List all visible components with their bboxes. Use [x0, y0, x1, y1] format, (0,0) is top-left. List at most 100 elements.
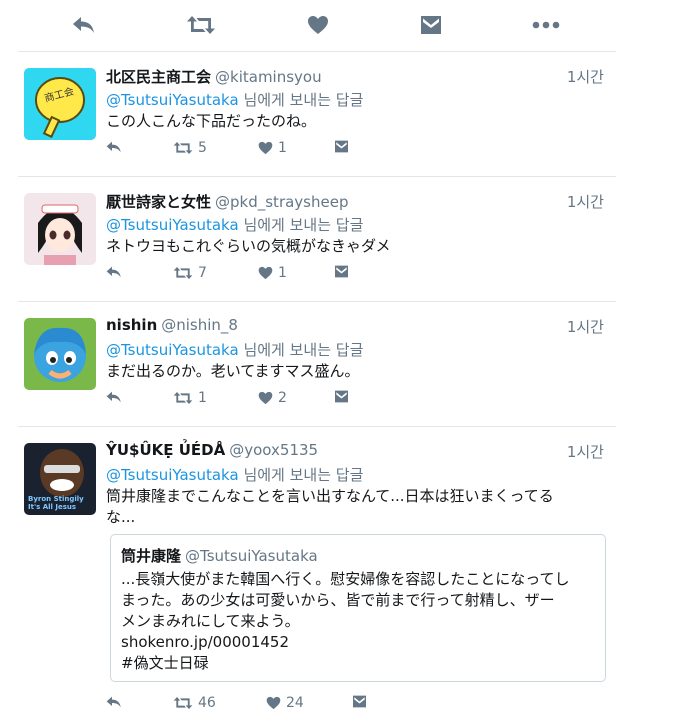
like-count: 24 [286, 695, 304, 711]
reply-button[interactable] [106, 695, 122, 709]
retweet-count: 46 [198, 695, 216, 711]
tweet-text-line: 筒井康隆までこんなことを言い出すなんて...日本は狂いまくってる [106, 487, 554, 505]
avatar-text-line2: It's All Jesus [28, 503, 76, 511]
tweet[interactable]: nishin @nishin_8 1시간 @TsutsuiYasutaka 님에게… [18, 302, 616, 427]
reply-suffix: 님에게 보내는 답글 [243, 216, 364, 234]
retweet-button[interactable]: 5 [173, 140, 207, 156]
avatar-text-line1: Byron Stingily [28, 495, 84, 503]
like-icon [258, 391, 273, 405]
tweet[interactable]: 商工会 北区民主商工会 @kitaminsyou 1시간 @TsutsuiYasu… [18, 52, 616, 177]
author-handle[interactable]: @kitaminsyou [215, 68, 322, 86]
quoted-tweet[interactable]: 筒井康隆 @TsutsuiYasutaka ...長嶺大使がまた韓国へ行く。慰安婦… [110, 534, 606, 682]
tweet-header: 北区民主商工会 @kitaminsyou [106, 66, 322, 87]
retweet-button[interactable]: 7 [173, 265, 207, 281]
reply-to-link[interactable]: @TsutsuiYasutaka [106, 216, 239, 234]
tweet-text: 筒井康隆までこんなことを言い出すなんて...日本は狂いまくってる な... [106, 486, 606, 528]
reply-button[interactable] [106, 265, 122, 279]
avatar[interactable] [24, 318, 96, 390]
tweet-actions: 46 24 [106, 695, 406, 715]
avatar[interactable]: Byron Stingily It's All Jesus [24, 443, 96, 515]
like-icon[interactable] [302, 10, 334, 40]
reply-to-link[interactable]: @TsutsuiYasutaka [106, 341, 239, 359]
quoted-author-name[interactable]: 筒井康隆 [121, 547, 181, 565]
retweet-icon [173, 142, 193, 154]
like-button[interactable]: 1 [258, 265, 287, 281]
reply-suffix: 님에게 보내는 답글 [243, 341, 364, 359]
reply-icon[interactable] [68, 10, 100, 40]
tweet-time[interactable]: 1시간 [567, 191, 604, 212]
reply-icon [106, 141, 121, 153]
dm-button[interactable] [334, 265, 349, 278]
reply-button[interactable] [106, 390, 122, 404]
reply-icon [106, 696, 121, 708]
tweet-time[interactable]: 1시간 [567, 66, 604, 87]
quoted-text-line: メンまみれにして来よう。 [121, 612, 300, 630]
reply-suffix: 님에게 보내는 답글 [243, 91, 364, 109]
author-handle[interactable]: @nishin_8 [161, 316, 238, 334]
top-action-bar [0, 0, 690, 52]
reply-context: @TsutsuiYasutaka 님에게 보내는 답글 [106, 339, 363, 360]
retweet-icon [173, 267, 193, 279]
dm-icon [335, 140, 348, 153]
like-icon [266, 696, 281, 710]
author-name[interactable]: nishin [106, 316, 157, 334]
tweet-text: ネトウヨもこれぐらいの気概がなきゃダメ [106, 237, 391, 255]
quoted-author-handle[interactable]: @TsutsuiYasutaka [185, 547, 318, 565]
reply-suffix: 님에게 보내는 답글 [243, 466, 364, 484]
author-handle[interactable]: @pkd_straysheep [215, 193, 348, 211]
tweet-text-line: な... [106, 508, 136, 526]
tweet-text: まだ出るのか。老いてますマス盛ん。 [106, 362, 360, 380]
reply-to-link[interactable]: @TsutsuiYasutaka [106, 91, 239, 109]
reply-context: @TsutsuiYasutaka 님에게 보내는 답글 [106, 214, 363, 235]
like-count: 2 [278, 390, 287, 406]
author-name[interactable]: ŶU$ÛKẸ ỦÉDÅ [106, 441, 225, 459]
tweet-header: ŶU$ÛKẸ ỦÉDÅ @yoox5135 [106, 441, 318, 459]
tweet-text: この人こんな下品だったのね。 [106, 112, 317, 130]
retweet-icon[interactable] [185, 10, 217, 40]
retweet-icon [173, 697, 193, 709]
dm-button[interactable] [334, 390, 349, 403]
reply-icon [106, 266, 121, 278]
quoted-text-line: まった。あの少女は可愛いから、皆で前まで行って射精し、ザー [121, 591, 555, 609]
author-handle[interactable]: @yoox5135 [229, 441, 318, 459]
more-icon[interactable] [530, 10, 562, 40]
like-count: 1 [278, 140, 287, 156]
tweet-time[interactable]: 1시간 [567, 441, 604, 462]
dm-icon [335, 390, 348, 403]
tweet-header: nishin @nishin_8 [106, 316, 238, 334]
retweet-count: 1 [198, 390, 207, 406]
avatar[interactable] [24, 193, 96, 265]
tweet[interactable]: Byron Stingily It's All Jesus ŶU$ÛKẸ ỦÉD… [18, 427, 616, 728]
reply-context: @TsutsuiYasutaka 님에게 보내는 답글 [106, 89, 363, 110]
tweet-actions: 5 1 [106, 140, 406, 160]
tweet-time[interactable]: 1시간 [567, 316, 604, 337]
retweet-count: 7 [198, 265, 207, 281]
author-name[interactable]: 厭世詩家と女性 [106, 193, 211, 211]
tweet-actions: 7 1 [106, 265, 406, 285]
dm-button[interactable] [334, 140, 349, 153]
quoted-tweet-header: 筒井康隆 @TsutsuiYasutaka [121, 545, 595, 566]
avatar[interactable]: 商工会 [24, 68, 96, 140]
tweet[interactable]: 厭世詩家と女性 @pkd_straysheep 1시간 @TsutsuiYasut… [18, 177, 616, 302]
reply-button[interactable] [106, 140, 122, 154]
like-count: 1 [278, 265, 287, 281]
retweet-count: 5 [198, 140, 207, 156]
reply-icon [106, 391, 121, 403]
retweet-button[interactable]: 1 [173, 390, 207, 406]
author-name[interactable]: 北区民主商工会 [106, 68, 211, 86]
reply-context: @TsutsuiYasutaka 님에게 보내는 답글 [106, 464, 363, 485]
like-button[interactable]: 1 [258, 140, 287, 156]
dm-icon[interactable] [415, 10, 447, 40]
reply-to-link[interactable]: @TsutsuiYasutaka [106, 466, 239, 484]
quoted-text-line: ...長嶺大使がまた韓国へ行く。慰安婦像を容認したことになってし [121, 570, 570, 588]
dm-icon [353, 695, 366, 708]
retweet-icon [173, 392, 193, 404]
quoted-tweet-text: ...長嶺大使がまた韓国へ行く。慰安婦像を容認したことになってし まった。あの少… [121, 569, 595, 674]
quoted-link[interactable]: shokenro.jp/00001452 [121, 632, 595, 653]
tweet-header: 厭世詩家と女性 @pkd_straysheep [106, 191, 348, 212]
quoted-hashtag[interactable]: #偽文士日碌 [121, 653, 595, 674]
dm-button[interactable] [352, 695, 367, 708]
like-button[interactable]: 24 [266, 695, 304, 711]
like-button[interactable]: 2 [258, 390, 287, 406]
retweet-button[interactable]: 46 [173, 695, 216, 711]
